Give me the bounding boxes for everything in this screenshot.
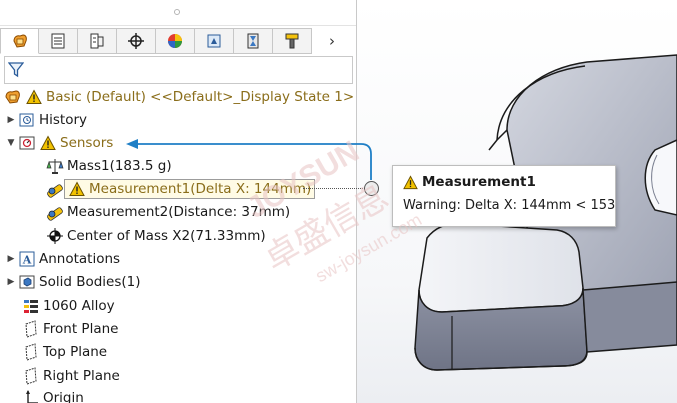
tree-item-label: Sensors xyxy=(60,135,114,151)
tree-item-label: 1060 Alloy xyxy=(43,298,115,314)
tab-feature-manager[interactable] xyxy=(0,28,39,54)
plane-icon xyxy=(22,343,40,361)
tree-item-material[interactable]: 1060 Alloy xyxy=(22,295,115,317)
dimxpert-icon xyxy=(128,33,144,49)
expand-arrow-icon[interactable]: ▶ xyxy=(4,254,18,264)
plane-icon xyxy=(22,367,40,385)
warning-icon xyxy=(68,180,86,198)
tab-display-manager[interactable] xyxy=(156,28,195,54)
callout-message: Warning: Delta X: 144mm < 153 xyxy=(403,198,616,213)
tree-item-label: Measurement1(Delta X: 144mm) xyxy=(89,181,312,197)
tab-configuration-manager[interactable] xyxy=(78,28,117,54)
tree-item-selection[interactable]: Measurement1(Delta X: 144mm) xyxy=(63,179,316,199)
tree-item-label: Front Plane xyxy=(43,321,119,337)
material-icon xyxy=(22,297,40,315)
tree-item-label: Mass1(183.5 g) xyxy=(67,158,172,174)
measure-sensor-icon xyxy=(46,180,64,198)
tree-root-label: Basic (Default) <<Default>_Display State… xyxy=(46,89,355,105)
tree-item-origin[interactable]: Origin xyxy=(22,387,84,403)
property-manager-icon xyxy=(51,33,65,49)
collapse-arrow-icon[interactable]: ▼ xyxy=(4,138,18,148)
measure-sensor-icon xyxy=(46,203,64,221)
origin-icon xyxy=(22,389,40,403)
expand-arrow-icon[interactable]: ▶ xyxy=(4,115,18,125)
feature-manager-icon xyxy=(12,34,27,48)
center-of-mass-icon xyxy=(46,227,64,245)
tree-item-top-plane[interactable]: Top Plane xyxy=(22,341,107,363)
tree-item-label: Solid Bodies(1) xyxy=(39,274,141,290)
feature-manager-panel: › Basic (Default) <<Default>_Display Sta… xyxy=(0,0,357,403)
cam-feature-icon xyxy=(207,34,221,48)
tree-item-measurement1[interactable]: Measurement1(Delta X: 144mm) xyxy=(46,178,316,200)
display-manager-icon xyxy=(168,34,182,48)
tree-item-label: Measurement2(Distance: 37mm) xyxy=(67,204,291,220)
warning-icon xyxy=(403,174,418,190)
tree-item-label: Top Plane xyxy=(43,344,108,360)
cam-tool-icon xyxy=(285,33,299,49)
cam-operation-icon xyxy=(247,33,259,49)
solid-bodies-folder-icon xyxy=(18,273,36,291)
expand-arrow-icon[interactable]: ▶ xyxy=(4,277,18,287)
tree-item-label: Origin xyxy=(43,390,84,403)
annotations-icon: A xyxy=(18,250,36,268)
sensor-warning-callout[interactable]: Measurement1 Warning: Delta X: 144mm < 1… xyxy=(392,165,616,227)
tree-item-sensors[interactable]: ▼ Sensors xyxy=(4,132,114,154)
tab-dimxpert-manager[interactable] xyxy=(117,28,156,54)
tree-root-part[interactable]: Basic (Default) <<Default>_Display State… xyxy=(4,86,354,108)
part-icon xyxy=(4,88,22,106)
tab-cam-feature[interactable] xyxy=(195,28,234,54)
tab-property-manager[interactable] xyxy=(39,28,78,54)
tree-item-solid-bodies[interactable]: ▶ Solid Bodies(1) xyxy=(4,271,141,293)
warning-icon xyxy=(39,134,57,152)
tree-item-annotations[interactable]: ▶ A Annotations xyxy=(4,248,121,270)
warning-icon xyxy=(25,88,43,106)
tab-cam-tool[interactable] xyxy=(273,28,312,54)
tree-item-measurement2[interactable]: Measurement2(Distance: 37mm) xyxy=(46,201,290,223)
filter-icon xyxy=(8,62,24,78)
tree-item-center-of-mass[interactable]: Center of Mass X2(71.33mm) xyxy=(46,225,266,247)
sensors-folder-icon xyxy=(18,134,36,152)
tree-item-mass1[interactable]: Mass1(183.5 g) xyxy=(46,155,172,177)
callout-title: Measurement1 xyxy=(422,174,536,190)
manager-tab-bar: › xyxy=(0,28,356,54)
tree-item-label: Center of Mass X2(71.33mm) xyxy=(67,228,266,244)
tree-item-right-plane[interactable]: Right Plane xyxy=(22,365,120,387)
plane-icon xyxy=(22,320,40,338)
mass-sensor-icon xyxy=(46,157,64,175)
configuration-manager-icon xyxy=(90,33,104,49)
panel-grip[interactable] xyxy=(0,0,356,26)
grip-dot xyxy=(174,9,180,15)
callout-leader-line xyxy=(303,188,365,189)
history-icon xyxy=(18,111,36,129)
tree-item-front-plane[interactable]: Front Plane xyxy=(22,318,118,340)
svg-text:A: A xyxy=(22,254,32,267)
tree-item-label: Annotations xyxy=(39,251,121,267)
callout-anchor-handle[interactable] xyxy=(364,181,379,196)
tree-item-history[interactable]: ▶ History xyxy=(4,109,88,131)
tab-cam-operation[interactable] xyxy=(234,28,273,54)
tree-item-label: History xyxy=(39,112,88,128)
tree-filter-input[interactable] xyxy=(4,56,353,84)
tabs-more-button[interactable]: › xyxy=(312,28,352,54)
tree-item-label: Right Plane xyxy=(43,368,120,384)
